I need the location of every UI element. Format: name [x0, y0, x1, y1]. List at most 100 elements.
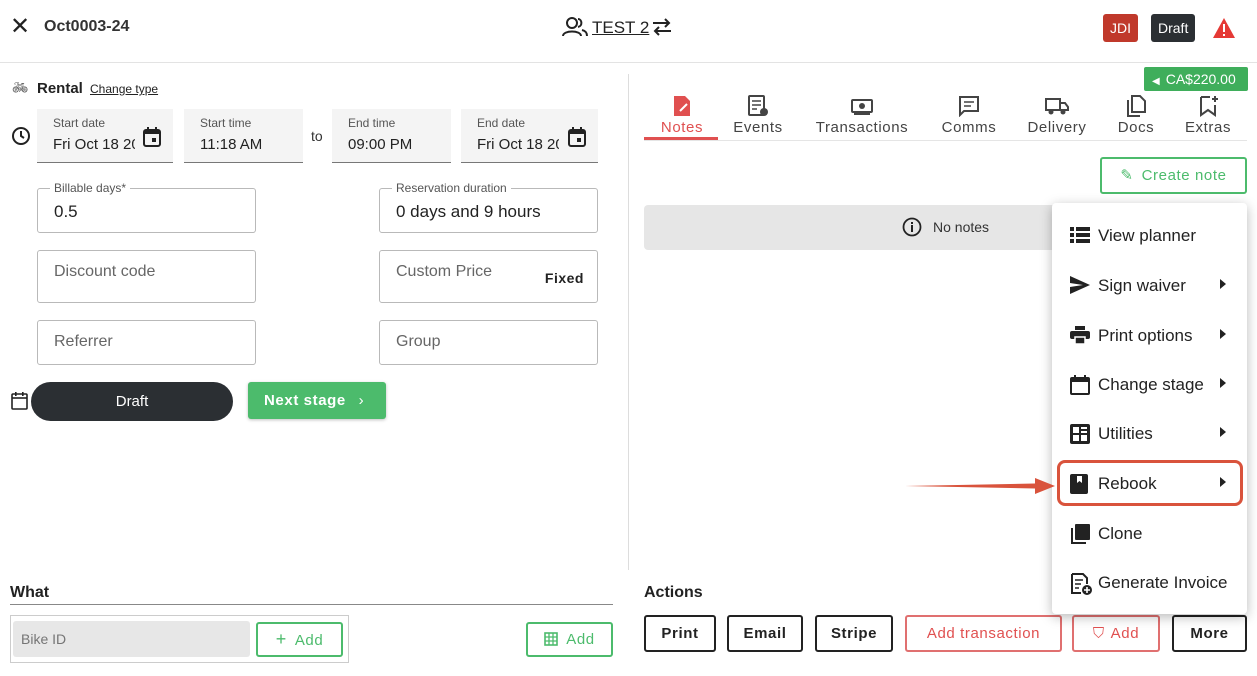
what-title: What — [10, 584, 50, 601]
calendar-icon[interactable] — [143, 127, 161, 147]
calendar-icon[interactable] — [568, 127, 586, 147]
create-note-label: Create note — [1141, 167, 1227, 184]
discount-code-field[interactable]: Discount code — [37, 250, 256, 303]
submenu-arrow-icon — [1220, 329, 1226, 339]
custom-price-field[interactable]: Custom Price Fixed — [379, 250, 598, 303]
start-time-label: Start time — [200, 116, 252, 130]
menu-item-clone[interactable]: Clone — [1052, 511, 1247, 557]
pencil-icon: ✎ — [1120, 167, 1134, 184]
empty-notes-text: No notes — [933, 219, 990, 235]
tab-label: Notes — [660, 119, 704, 136]
draft-badge[interactable]: Draft — [1151, 14, 1196, 42]
email-button[interactable]: Email — [727, 615, 803, 652]
add-grid-label: Add — [566, 631, 595, 648]
add-extra-button[interactable]: ⛉ Add — [1072, 615, 1160, 652]
grid-icon — [544, 632, 559, 646]
pointer-arrow — [905, 478, 1055, 494]
comms-icon — [959, 96, 979, 117]
next-stage-button[interactable]: Next stage › — [248, 382, 386, 419]
jdi-badge[interactable]: JDI — [1103, 14, 1138, 42]
billable-days-label: Billable days* — [50, 181, 131, 195]
rebook-highlight-box — [1057, 460, 1243, 506]
clone-icon — [1071, 524, 1090, 544]
close-icon[interactable]: ✕ — [10, 15, 30, 39]
add-bike-label: Add — [294, 632, 324, 649]
print-button[interactable]: Print — [644, 615, 716, 652]
start-time-field[interactable]: Start time 11:18 AM — [184, 109, 303, 163]
tab-notes[interactable]: Notes — [654, 95, 710, 136]
clock-icon — [12, 127, 30, 145]
send-icon — [1070, 276, 1090, 294]
bicycle-icon: 🚲︎ — [12, 80, 29, 95]
tab-label: Docs — [1117, 119, 1155, 136]
stripe-button[interactable]: Stripe — [815, 615, 893, 652]
menu-item-sign-waiver[interactable]: Sign waiver — [1052, 263, 1247, 309]
tab-events[interactable]: Events — [729, 95, 787, 136]
printer-icon — [1070, 326, 1090, 344]
customer-link[interactable]: TEST 2 — [592, 18, 649, 38]
end-date-field[interactable]: End date Fri Oct 18 2024 — [461, 109, 598, 163]
to-label: to — [311, 128, 323, 144]
menu-item-generate-invoice[interactable]: Generate Invoice — [1052, 560, 1247, 606]
end-time-value: 09:00 PM — [348, 136, 413, 153]
menu-item-label: Generate Invoice — [1098, 573, 1228, 592]
docs-icon — [1127, 95, 1146, 117]
tabs-divider — [644, 140, 1247, 141]
plus-icon: + — [275, 629, 287, 649]
start-date-label: Start date — [53, 116, 106, 130]
order-id: Oct0003-24 — [44, 18, 130, 35]
menu-item-change-stage[interactable]: Change stage — [1052, 362, 1247, 408]
custom-price-placeholder: Custom Price — [396, 263, 493, 280]
list-icon — [1070, 227, 1090, 243]
tab-docs[interactable]: Docs — [1116, 95, 1156, 136]
current-stage-pill[interactable]: Draft — [31, 382, 233, 421]
warning-icon[interactable] — [1212, 17, 1236, 39]
menu-item-label: Change stage — [1098, 375, 1204, 394]
tab-transactions[interactable]: Transactions — [812, 95, 912, 136]
fixed-suffix[interactable]: Fixed — [545, 270, 584, 286]
swap-icon[interactable] — [650, 16, 674, 38]
tab-extras[interactable]: Extras — [1183, 95, 1233, 136]
transactions-icon — [851, 99, 873, 115]
customer-icon — [562, 17, 588, 37]
utilities-icon — [1070, 424, 1090, 444]
invoice-icon — [1071, 573, 1092, 595]
submenu-arrow-icon — [1220, 427, 1226, 437]
actions-title: Actions — [644, 584, 703, 601]
extras-icon — [1200, 96, 1218, 117]
add-transaction-button[interactable]: Add transaction — [905, 615, 1062, 652]
start-date-field[interactable]: Start date Fri Oct 18 2024 — [37, 109, 173, 163]
notes-icon — [674, 96, 690, 116]
add-bike-button[interactable]: + Add — [256, 622, 343, 657]
referrer-placeholder: Referrer — [54, 333, 113, 350]
bookmark-plus-icon: ⛉ — [1092, 625, 1105, 642]
active-tab-indicator — [644, 137, 718, 140]
price-badge[interactable]: ◀ CA$220.00 — [1144, 67, 1248, 91]
bike-id-input[interactable] — [13, 621, 250, 657]
tab-comms[interactable]: Comms — [939, 95, 999, 136]
referrer-field[interactable]: Referrer — [37, 320, 256, 365]
change-type-link[interactable]: Change type — [90, 82, 158, 96]
menu-item-label: View planner — [1098, 226, 1196, 245]
caret-left-icon: ◀ — [1152, 76, 1160, 87]
menu-item-view-planner[interactable]: View planner — [1052, 213, 1247, 259]
menu-item-utilities[interactable]: Utilities — [1052, 411, 1247, 457]
menu-item-label: Utilities — [1098, 424, 1153, 443]
menu-item-print-options[interactable]: Print options — [1052, 313, 1247, 359]
start-date-value: Fri Oct 18 2024 — [53, 136, 135, 153]
end-date-value: Fri Oct 18 2024 — [477, 136, 559, 153]
create-note-button[interactable]: ✎ Create note — [1100, 157, 1247, 194]
add-grid-button[interactable]: Add — [526, 622, 613, 657]
group-field[interactable]: Group — [379, 320, 598, 365]
calendar-icon — [1070, 375, 1090, 395]
tab-delivery[interactable]: Delivery — [1025, 95, 1089, 136]
billable-days-field[interactable]: Billable days* 0.5 — [37, 181, 256, 233]
end-time-field[interactable]: End time 09:00 PM — [332, 109, 451, 163]
reservation-duration-value: 0 days and 9 hours — [396, 202, 541, 221]
tab-label: Delivery — [1027, 119, 1087, 136]
chevron-right-icon: › — [358, 392, 365, 409]
menu-item-label: Print options — [1098, 326, 1193, 345]
reservation-duration-field[interactable]: Reservation duration 0 days and 9 hours — [379, 181, 598, 233]
more-button[interactable]: More — [1172, 615, 1247, 652]
events-icon — [748, 95, 768, 116]
